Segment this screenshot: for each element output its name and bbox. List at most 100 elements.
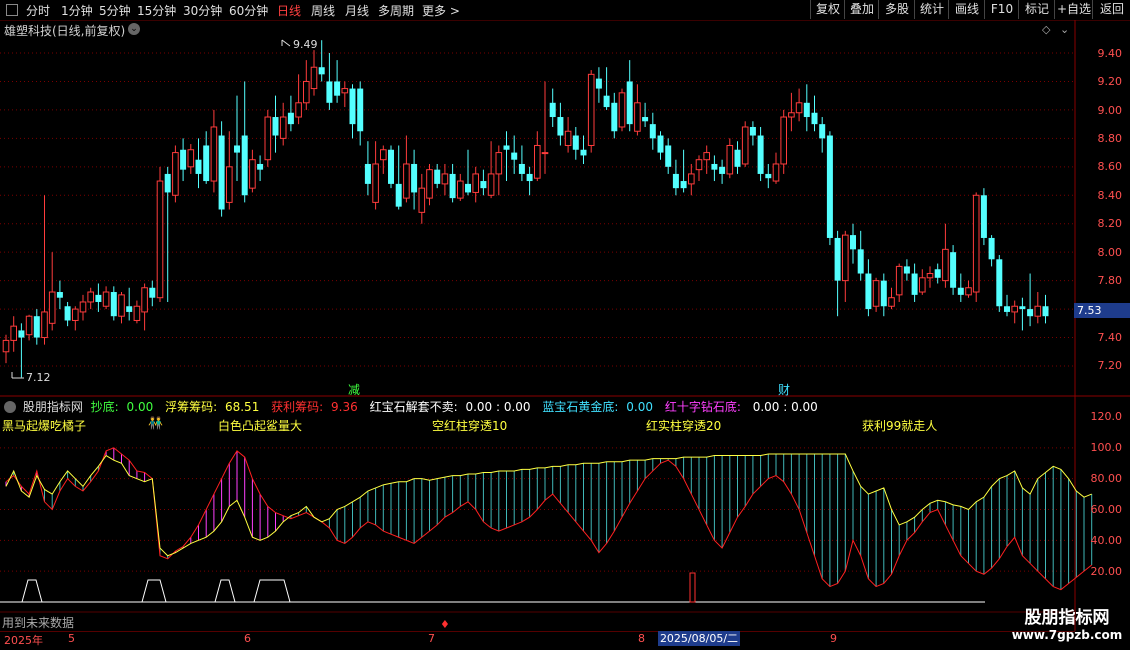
indicator-name: 股朋指标网 [22,400,83,414]
candle-body [934,269,941,278]
candle-body [903,266,910,274]
candle-body [126,306,133,312]
candle-body [465,183,471,193]
candle-body [919,277,926,293]
kline-chart[interactable] [0,0,1130,650]
candle-body [257,163,264,170]
candle-body [418,187,426,213]
candle-body [703,152,711,161]
candle-body [295,102,302,118]
candle-body [657,135,664,153]
candle-body [980,195,987,238]
candle-body [403,163,410,199]
volume-bump [214,579,236,603]
candle-body [95,294,102,302]
candle-body [734,149,741,167]
indicator-tick: 100.0 [1090,441,1123,454]
candle-body [895,265,903,296]
candle-body [164,173,171,193]
candle-body [48,291,56,324]
price-tick: 7.20 [1097,359,1123,372]
indicator-label: 获利筹码: [271,400,324,414]
future-data-note: 用到未来数据 [2,616,75,630]
diamond-icon[interactable]: ◇ [1042,23,1050,36]
candle-body [611,102,618,132]
candle-body [149,287,156,298]
indicator-label: 蓝宝石黄金底: [542,400,619,414]
date-tick: 7 [428,632,435,645]
candle-body [672,173,679,189]
candle-body [210,126,218,182]
candle-body [888,297,895,307]
candle-body [33,316,40,338]
candle-body [950,252,957,288]
price-tick: 8.40 [1097,189,1123,202]
candle-body [518,163,525,174]
indicator-value: 0.00 [626,400,653,414]
event-marker-finance[interactable]: 财 [778,381,790,398]
candle-body [803,102,810,118]
chevron-down-icon[interactable]: ⌄ [1060,23,1069,36]
candle-body [1034,305,1042,317]
price-tick: 8.00 [1097,246,1123,259]
candle-body [172,152,179,196]
low-label: 7.12 [26,371,51,384]
price-tick: 8.20 [1097,217,1123,230]
indicator-value: 9.36 [331,400,358,414]
price-tick: 9.20 [1097,75,1123,88]
candle-body [287,112,294,125]
candle-body [826,135,833,238]
date-tick: 8 [638,632,645,645]
candle-body [942,248,949,282]
candle-body [680,181,687,189]
candle-body [133,305,141,321]
candle-body [41,311,48,339]
date-axis [0,631,1075,650]
event-marker-reduce[interactable]: 减 [348,381,360,398]
candle-body [580,149,587,156]
candle-body [711,163,718,170]
date-tick: 6 [244,632,251,645]
candle-body [303,80,310,104]
candle-body [341,88,349,94]
candle-body [10,325,17,341]
candle-body [457,180,464,199]
candle-body [272,117,279,136]
price-tick: 7.80 [1097,274,1123,287]
low-pointer [11,372,24,379]
indicator-tick: 20.00 [1090,565,1123,578]
candle-body [772,163,780,182]
candle-body [503,145,510,150]
candle-body [487,173,495,196]
profit-chips-line [5,447,1093,591]
date-tick: 9 [830,632,837,645]
candle-body [626,81,633,125]
candle-body [56,292,63,298]
candle-body [634,102,641,132]
candle-body [688,173,695,185]
indicator-note: 获利99就走人 [862,419,938,433]
candle-body [872,280,880,307]
watermark: 股朋指标网 www.7gpzb.com [1008,603,1126,642]
date-tick: 5 [68,632,75,645]
volume-bump [253,579,291,603]
candle-body [441,173,449,185]
candle-body [380,149,387,161]
red-signal-bar [689,572,696,603]
candle-body [557,117,564,136]
candle-body [880,280,887,307]
candle-body [665,145,672,167]
candle-body [395,183,402,207]
candle-body [141,287,148,313]
candle-body [926,273,934,279]
indicator-label: 浮筹筹码: [165,400,218,414]
indicator-tick: 120.0 [1090,410,1123,423]
indicator-note: 空红柱穿透10 [432,419,508,433]
chevron-down-icon[interactable] [4,401,16,413]
candle-body [357,88,364,132]
candle-body [719,166,726,174]
candle-body [603,95,610,108]
candle-body [595,78,602,89]
indicator-value: 0.00 : 0.00 [465,400,531,414]
candle-body [811,112,818,125]
